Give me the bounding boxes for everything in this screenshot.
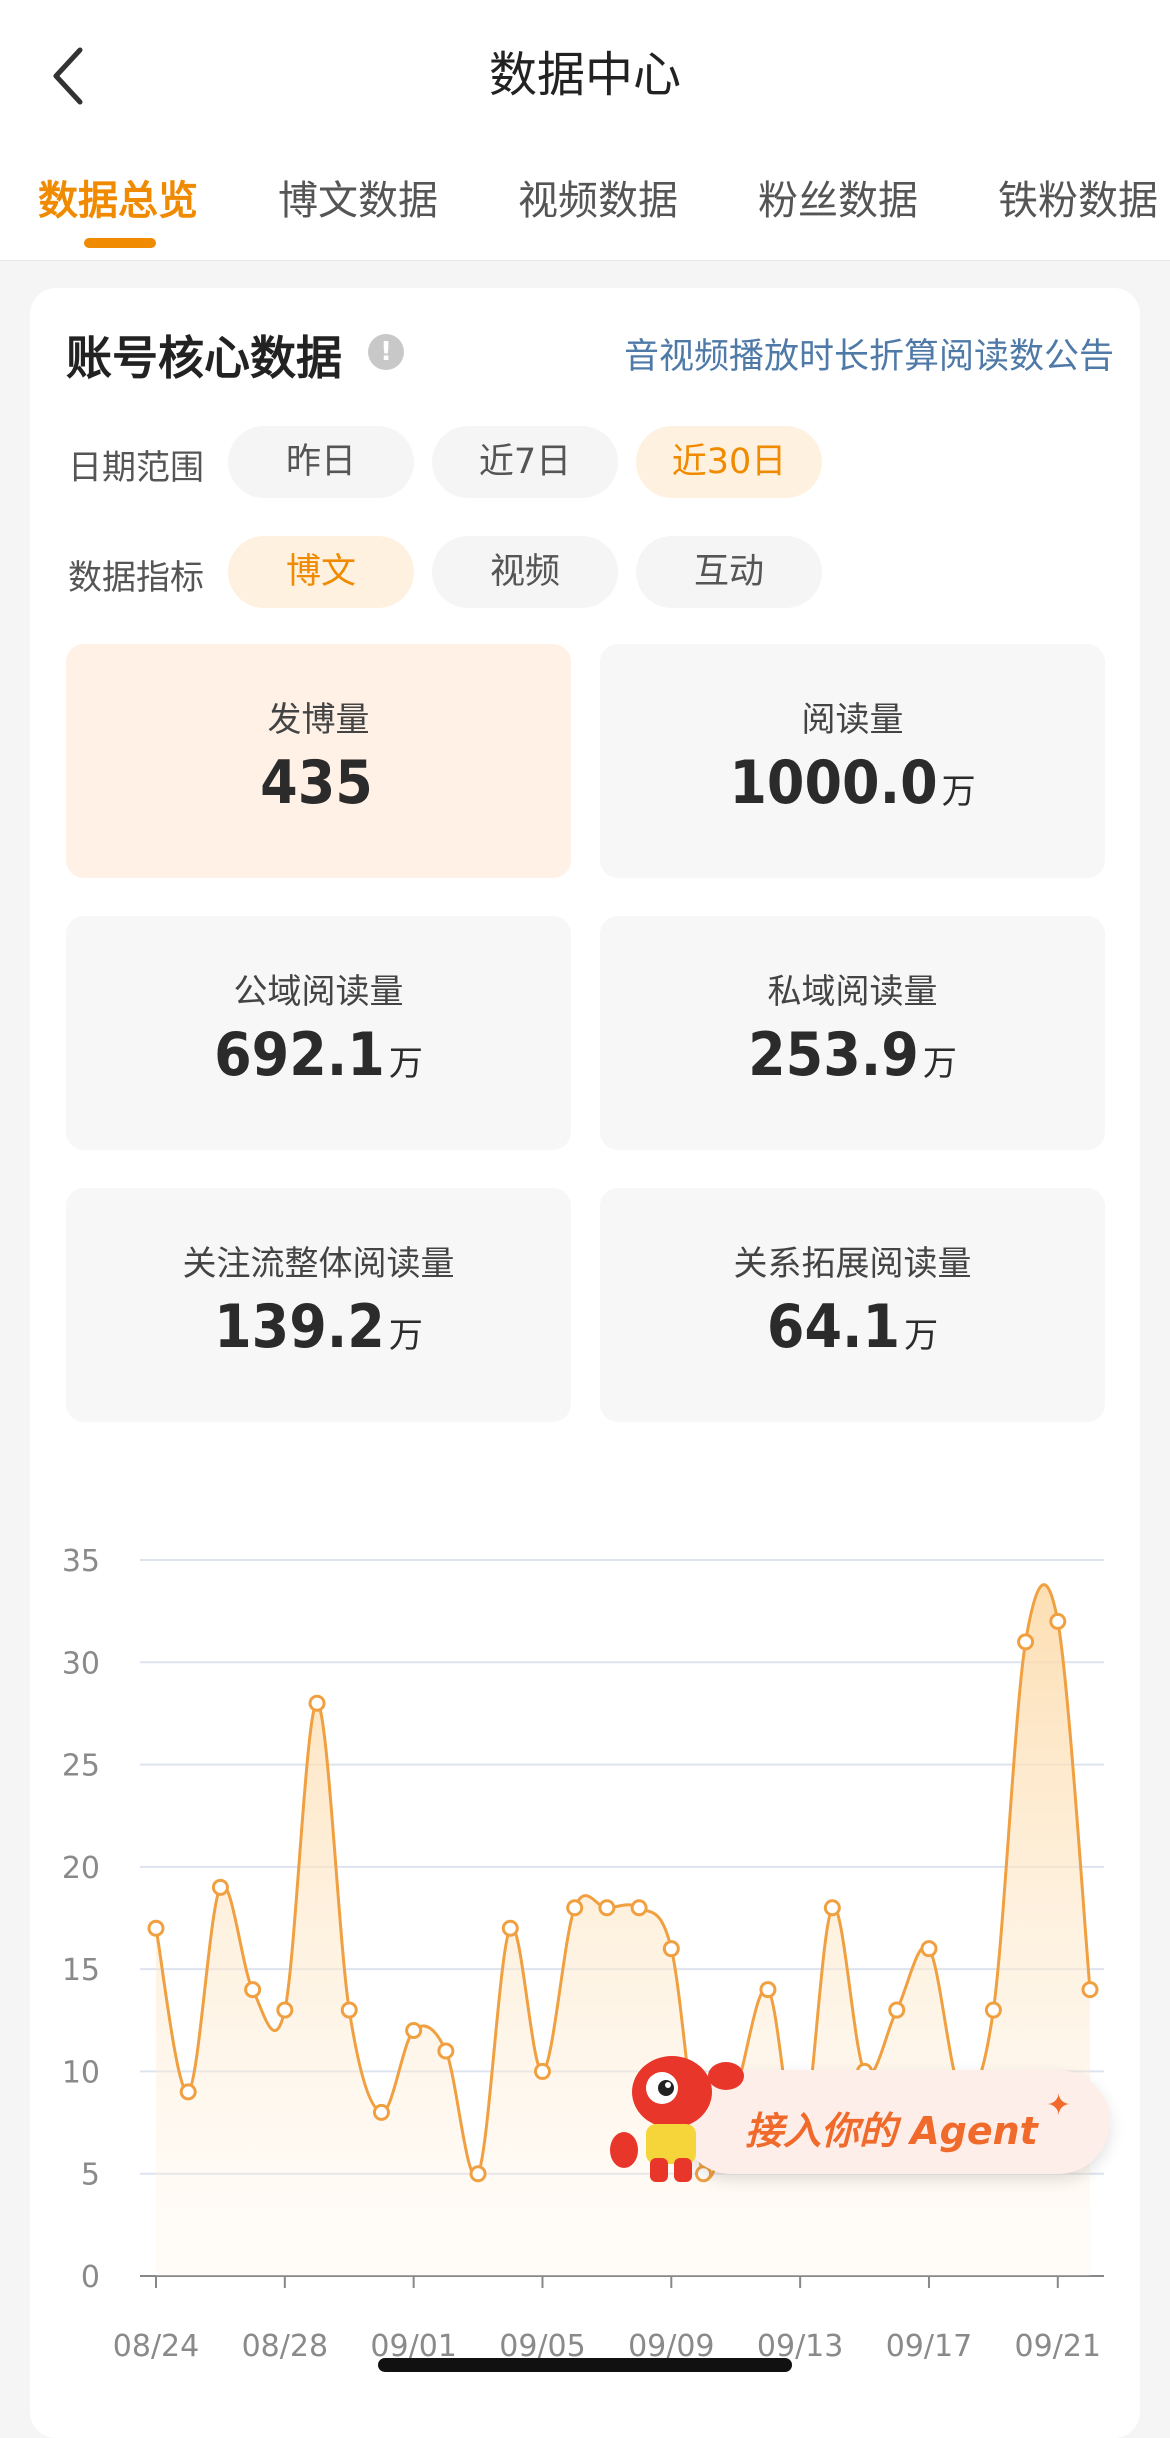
date-range-label: 日期范围 xyxy=(68,448,204,488)
data-point[interactable] xyxy=(984,2001,1002,2019)
data-point[interactable] xyxy=(372,2103,390,2121)
date-option-7days[interactable]: 近7日 xyxy=(432,426,618,498)
data-point[interactable] xyxy=(308,1694,326,1712)
tab-bar: 数据总览 博文数据 视频数据 粉丝数据 铁粉数据 xyxy=(0,150,1170,258)
data-point[interactable] xyxy=(501,1919,519,1937)
metric-label: 私域阅读量 xyxy=(767,972,938,1012)
tab-fans-data[interactable]: 粉丝数据 xyxy=(758,168,918,226)
data-point[interactable] xyxy=(469,2165,487,2183)
data-point[interactable] xyxy=(1049,1612,1067,1630)
tab-indicator xyxy=(84,238,156,248)
home-indicator xyxy=(378,2358,792,2372)
info-icon[interactable]: ! xyxy=(368,334,404,370)
y-tick-label: 5 xyxy=(81,2158,100,2193)
chevron-left-icon xyxy=(53,47,83,105)
metric-type-label: 数据指标 xyxy=(68,558,204,598)
y-tick-label: 20 xyxy=(62,1851,100,1886)
page-title: 数据中心 xyxy=(488,47,681,103)
data-point[interactable] xyxy=(566,1899,584,1917)
read-trend-chart: 05101520253035 08/24 08/28 09/01 09/05 09/09… xyxy=(62,1544,1104,2364)
metric-label: 公域阅读量 xyxy=(233,972,404,1012)
notice-link[interactable]: 音视频播放时长折算阅读数公告 xyxy=(624,328,1114,379)
x-tick-label: 08/24 xyxy=(113,2329,199,2364)
y-axis-labels: 0 5 10 15 20 25 30 35 xyxy=(62,1544,100,2295)
data-point[interactable] xyxy=(1017,1633,1035,1651)
data-point[interactable] xyxy=(598,1899,616,1917)
data-point[interactable] xyxy=(662,1940,680,1958)
y-tick-label: 30 xyxy=(62,1646,100,1681)
date-option-30days[interactable]: 近30日 xyxy=(636,426,822,498)
tab-iron-fans-data[interactable]: 铁粉数据 xyxy=(998,168,1158,226)
tab-overview[interactable]: 数据总览 xyxy=(38,168,198,226)
x-tick-label: 08/28 xyxy=(242,2329,328,2364)
card-title: 账号核心数据 xyxy=(66,331,342,385)
tab-video-data[interactable]: 视频数据 xyxy=(518,168,678,226)
metric-option-post[interactable]: 博文 xyxy=(228,536,414,608)
metric-private-read[interactable]: 私域阅读量 253.9 万 xyxy=(600,916,1105,1150)
metric-label: 发博量 xyxy=(267,700,370,740)
y-tick-label: 25 xyxy=(62,1749,100,1784)
x-tick-label: 09/17 xyxy=(886,2329,972,2364)
data-point[interactable] xyxy=(437,2042,455,2060)
data-point[interactable] xyxy=(244,1981,262,1999)
metric-option-video[interactable]: 视频 xyxy=(432,536,618,608)
metric-read-count[interactable]: 阅读量 1000.0 万 xyxy=(600,644,1105,878)
data-point[interactable] xyxy=(147,1919,165,1937)
sparkle-icon: ✦ xyxy=(1046,2088,1072,2123)
data-point[interactable] xyxy=(533,2062,551,2080)
data-point[interactable] xyxy=(920,1940,938,1958)
metric-value: 435 xyxy=(260,748,373,818)
agent-label: 接入你的 Agent xyxy=(745,2109,1038,2153)
y-tick-label: 35 xyxy=(62,1544,100,1579)
data-point[interactable] xyxy=(340,2001,358,2019)
data-point[interactable] xyxy=(211,1878,229,1896)
y-tick-label: 15 xyxy=(62,1953,100,1988)
data-point[interactable] xyxy=(759,1981,777,1999)
back-button[interactable] xyxy=(28,36,108,116)
data-point[interactable] xyxy=(888,2001,906,2019)
date-option-yesterday[interactable]: 昨日 xyxy=(228,426,414,498)
data-point[interactable] xyxy=(179,2083,197,2101)
metric-label: 阅读量 xyxy=(801,700,904,740)
x-axis-labels: 08/24 08/28 09/01 09/05 09/09 09/13 09/17 09/21 xyxy=(113,2276,1101,2364)
agent-entry[interactable]: 接入你的 Agent ✦ xyxy=(610,2040,1110,2190)
metric-value: 253.9 万 xyxy=(748,1020,957,1090)
mascot-icon xyxy=(610,2056,744,2182)
metric-value: 1000.0 万 xyxy=(729,748,976,818)
metric-value: 692.1 万 xyxy=(214,1020,423,1090)
metric-option-interaction[interactable]: 互动 xyxy=(636,536,822,608)
metric-post-count[interactable]: 发博量 435 xyxy=(66,644,571,878)
y-tick-label: 0 xyxy=(81,2260,100,2295)
data-point[interactable] xyxy=(823,1899,841,1917)
x-tick-label: 09/21 xyxy=(1015,2329,1101,2364)
data-point[interactable] xyxy=(405,2022,423,2040)
tab-post-data[interactable]: 博文数据 xyxy=(278,168,438,226)
y-tick-label: 10 xyxy=(62,2055,100,2090)
data-point[interactable] xyxy=(1081,1981,1099,1999)
data-point[interactable] xyxy=(276,2001,294,2019)
data-point[interactable] xyxy=(630,1899,648,1917)
top-bar: 数据中心 数据总览 博文数据 视频数据 粉丝数据 铁粉数据 xyxy=(0,0,1170,261)
metric-public-read[interactable]: 公域阅读量 692.1 万 xyxy=(66,916,571,1150)
